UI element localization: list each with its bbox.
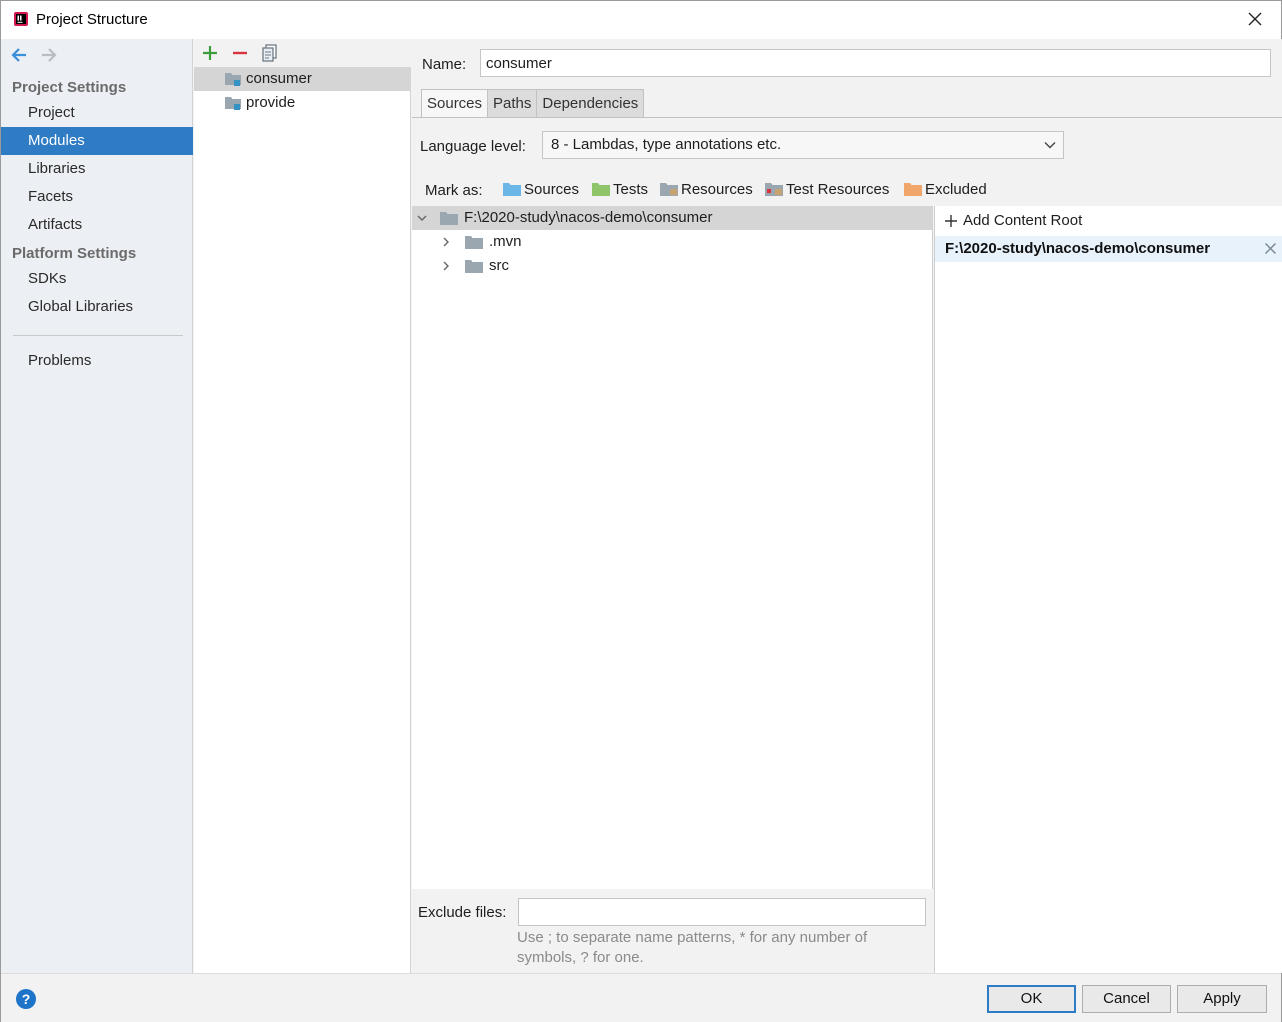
module-label: provide xyxy=(246,94,296,111)
content-roots-panel: Add Content Root F:\2020-study\nacos-dem… xyxy=(934,206,1282,973)
project-settings-heading: Project Settings xyxy=(12,79,127,96)
sidebar-item-problems[interactable]: Problems xyxy=(1,347,193,375)
forward-arrow-icon[interactable] xyxy=(39,45,59,65)
tree-row-mvn[interactable]: .mvn xyxy=(412,230,933,254)
tree-row-root[interactable]: F:\2020-study\nacos-demo\consumer xyxy=(412,206,933,230)
sidebar-item-facets[interactable]: Facets xyxy=(1,183,193,211)
add-module-icon[interactable] xyxy=(200,43,220,63)
module-folder-icon xyxy=(225,73,241,86)
language-level-value: 8 - Lambdas, type annotations etc. xyxy=(551,136,782,153)
intellij-app-icon xyxy=(14,12,28,26)
project-structure-dialog: Project Structure Project Settings Proje… xyxy=(0,0,1282,1022)
plus-icon xyxy=(945,215,957,227)
folder-icon xyxy=(440,212,458,225)
folder-icon xyxy=(465,236,483,249)
module-list-panel: consumer provide xyxy=(194,39,411,973)
directory-tree: F:\2020-study\nacos-demo\consumer .mvn s… xyxy=(412,206,933,889)
cancel-button[interactable]: Cancel xyxy=(1082,985,1171,1013)
sidebar-divider xyxy=(13,335,183,336)
add-content-root-label: Add Content Root xyxy=(963,212,1083,229)
sidebar-item-sdks[interactable]: SDKs xyxy=(1,265,193,293)
sidebar-item-artifacts[interactable]: Artifacts xyxy=(1,211,193,239)
ok-button[interactable]: OK xyxy=(987,985,1076,1013)
module-details-panel: Name: Sources Paths Dependencies Languag… xyxy=(412,39,1282,973)
mark-as-resources-label: Resources xyxy=(681,181,753,198)
chevron-right-icon[interactable] xyxy=(440,236,452,248)
content-root-path: F:\2020-study\nacos-demo\consumer xyxy=(945,240,1211,257)
remove-content-root-icon[interactable] xyxy=(1264,242,1277,255)
back-arrow-icon[interactable] xyxy=(9,45,29,65)
mark-as-excluded[interactable]: Excluded xyxy=(904,181,987,201)
module-name-input[interactable] xyxy=(480,49,1271,77)
settings-sidebar: Project Settings Project Modules Librari… xyxy=(1,39,193,973)
mark-as-excluded-label: Excluded xyxy=(925,181,987,198)
tree-row-src[interactable]: src xyxy=(412,254,933,278)
tab-divider xyxy=(412,117,1282,118)
chevron-down-icon xyxy=(1044,142,1056,149)
chevron-down-icon[interactable] xyxy=(416,212,428,224)
module-item-consumer[interactable]: consumer xyxy=(194,67,411,91)
remove-module-icon[interactable] xyxy=(230,43,250,63)
content-root-item[interactable]: F:\2020-study\nacos-demo\consumer xyxy=(935,236,1282,262)
tree-root-label: F:\2020-study\nacos-demo\consumer xyxy=(464,209,713,226)
mark-as-tests-label: Tests xyxy=(613,181,649,198)
title-bar: Project Structure xyxy=(1,1,1281,39)
language-level-label: Language level: xyxy=(420,138,526,155)
tree-child-label: .mvn xyxy=(489,233,522,250)
sidebar-item-modules[interactable]: Modules xyxy=(1,127,193,155)
module-toolbar xyxy=(194,39,411,67)
chevron-right-icon[interactable] xyxy=(440,260,452,272)
module-folder-icon xyxy=(225,97,241,110)
module-label: consumer xyxy=(246,70,312,87)
dialog-footer: ? OK Cancel Apply xyxy=(1,973,1281,1022)
sidebar-item-project[interactable]: Project xyxy=(1,99,193,127)
module-item-provide[interactable]: provide xyxy=(194,91,411,115)
copy-module-icon[interactable] xyxy=(260,43,280,63)
test-resources-folder-icon xyxy=(765,183,783,197)
mark-as-sources[interactable]: Sources xyxy=(503,181,579,201)
module-tabs: Sources Paths Dependencies xyxy=(421,89,645,118)
mark-as-label: Mark as: xyxy=(425,182,483,199)
tests-folder-icon xyxy=(592,183,610,197)
mark-as-test-resources[interactable]: Test Resources xyxy=(765,181,889,201)
name-label: Name: xyxy=(422,56,467,73)
exclude-files-hint: Use ; to separate name patterns, * for a… xyxy=(517,929,868,966)
help-icon[interactable]: ? xyxy=(16,989,36,1009)
sidebar-item-global-libraries[interactable]: Global Libraries xyxy=(1,293,193,321)
window-title: Project Structure xyxy=(36,11,148,28)
platform-settings-heading: Platform Settings xyxy=(12,245,137,262)
tab-dependencies[interactable]: Dependencies xyxy=(536,89,645,118)
exclude-files-input[interactable] xyxy=(518,898,926,926)
add-content-root-button[interactable]: Add Content Root xyxy=(945,212,1082,229)
mark-as-tests[interactable]: Tests xyxy=(592,181,648,201)
mark-as-test-resources-label: Test Resources xyxy=(786,181,890,198)
tab-paths[interactable]: Paths xyxy=(487,89,538,118)
resources-folder-icon xyxy=(660,183,678,197)
sources-folder-icon xyxy=(503,183,521,197)
exclude-files-label: Exclude files: xyxy=(418,904,507,921)
language-level-dropdown[interactable]: 8 - Lambdas, type annotations etc. xyxy=(542,131,1064,159)
exclude-files-section: Exclude files: Use ; to separate name pa… xyxy=(412,890,933,973)
apply-button[interactable]: Apply xyxy=(1177,985,1267,1013)
mark-as-sources-label: Sources xyxy=(524,181,580,198)
close-window-icon[interactable] xyxy=(1243,7,1267,31)
folder-icon xyxy=(465,260,483,273)
sidebar-item-libraries[interactable]: Libraries xyxy=(1,155,193,183)
mark-as-resources[interactable]: Resources xyxy=(660,181,753,201)
tab-sources[interactable]: Sources xyxy=(421,89,489,118)
tree-child-label: src xyxy=(489,257,509,274)
excluded-folder-icon xyxy=(904,183,922,197)
